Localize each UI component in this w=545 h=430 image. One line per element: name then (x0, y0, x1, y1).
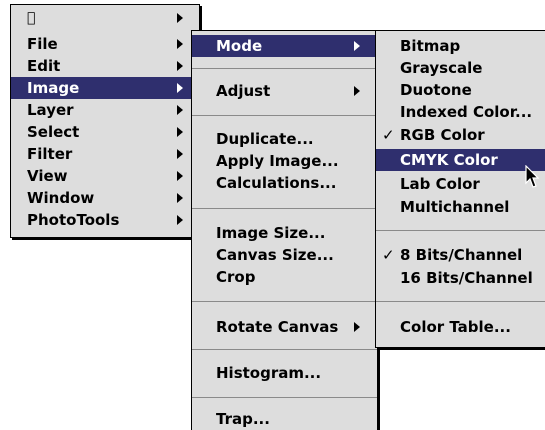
menu-item-label: Duotone (400, 81, 472, 99)
menu-item-view[interactable]: View (11, 165, 199, 187)
menu-item-rotate-canvas[interactable]: Rotate Canvas (192, 316, 377, 338)
menu-item-layer[interactable]: Layer (11, 99, 199, 121)
menu-item-label: Lab Color (400, 175, 480, 193)
menu-item-cmyk-color[interactable]: CMYK Color (376, 149, 545, 171)
menu-separator (376, 230, 545, 231)
submenu-arrow-icon (177, 127, 183, 137)
submenu-arrow-icon (177, 61, 183, 71)
menu-item-phototools[interactable]: PhotoTools (11, 209, 199, 231)
menu-item-label: Canvas Size... (216, 246, 334, 264)
menu-separator (192, 68, 377, 69)
menu-item-crop[interactable]: Crop (192, 266, 377, 288)
menu-item-label: Crop (216, 268, 256, 286)
apple-icon:  (27, 7, 35, 29)
menu-item-8-bits-channel[interactable]: ✓ 8 Bits/Channel (376, 244, 545, 266)
submenu-arrow-icon (177, 193, 183, 203)
menu-item-label: View (27, 167, 68, 185)
menu-separator (192, 208, 377, 209)
menu-item-duotone[interactable]: Duotone (376, 79, 545, 101)
menu-item-label: Grayscale (400, 59, 483, 77)
menu-item-label: Calculations... (216, 174, 337, 192)
menu-item-adjust[interactable]: Adjust (192, 80, 377, 102)
menu-item-label: Duplicate... (216, 130, 314, 148)
menu-item-grayscale[interactable]: Grayscale (376, 57, 545, 79)
menu-item-label: Layer (27, 101, 74, 119)
menu-item-label: Apply Image... (216, 152, 339, 170)
menu-item-label: RGB Color (400, 126, 485, 144)
menu-item-label: Bitmap (400, 37, 461, 55)
mouse-pointer-icon (525, 165, 539, 188)
menu-item-label: 8 Bits/Channel (400, 246, 523, 264)
submenu-arrow-icon (354, 322, 360, 332)
menu-item-multichannel[interactable]: Multichannel (376, 196, 545, 218)
image-submenu: Mode Adjust Duplicate... Apply Image... … (191, 30, 378, 430)
menu-item-indexed-color[interactable]: Indexed Color... (376, 101, 545, 123)
menu-item-label: Color Table... (400, 318, 511, 336)
menu-item-label: File (27, 35, 58, 53)
menu-item-select[interactable]: Select (11, 121, 199, 143)
checkmark-icon: ✓ (382, 246, 395, 264)
menu-item-apply-image[interactable]: Apply Image... (192, 150, 377, 172)
menu-separator (192, 349, 377, 350)
menu-item-image-size[interactable]: Image Size... (192, 222, 377, 244)
menu-item-label: Rotate Canvas (216, 318, 339, 336)
menu-item-lab-color[interactable]: Lab Color (376, 173, 545, 195)
menu-item-rgb-color[interactable]: ✓ RGB Color (376, 124, 545, 146)
menu-item-label: Image Size... (216, 224, 326, 242)
menu-item-duplicate[interactable]: Duplicate... (192, 128, 377, 150)
menu-item-label: Histogram... (216, 364, 322, 382)
submenu-arrow-icon (354, 86, 360, 96)
submenu-arrow-icon (177, 171, 183, 181)
menu-item-calculations[interactable]: Calculations... (192, 172, 377, 194)
menu-item-window[interactable]: Window (11, 187, 199, 209)
menu-item-histogram[interactable]: Histogram... (192, 362, 377, 384)
menu-item-edit[interactable]: Edit (11, 55, 199, 77)
menu-item-label: 16 Bits/Channel (400, 269, 533, 287)
menu-item-label: Trap... (216, 410, 270, 428)
menu-item-label: Window (27, 189, 95, 207)
menu-item-label: Filter (27, 145, 73, 163)
menu-item-color-table[interactable]: Color Table... (376, 316, 545, 338)
menu-separator (192, 115, 377, 116)
submenu-arrow-icon (354, 41, 360, 51)
submenu-arrow-icon (177, 83, 183, 93)
menu-item-label: Select (27, 123, 80, 141)
menu-item-apple[interactable]:  (11, 7, 199, 29)
menu-item-label: Edit (27, 57, 61, 75)
menu-separator (192, 301, 377, 302)
menu-item-mode[interactable]: Mode (192, 35, 377, 57)
submenu-arrow-icon (177, 39, 183, 49)
menu-item-file[interactable]: File (11, 33, 199, 55)
checkmark-icon: ✓ (382, 126, 395, 144)
menu-separator (376, 301, 545, 302)
submenu-arrow-icon (177, 105, 183, 115)
menu-separator (192, 397, 377, 398)
menu-item-label: PhotoTools (27, 211, 120, 229)
menu-item-label: CMYK Color (400, 151, 498, 169)
menu-item-label: Multichannel (400, 198, 510, 216)
submenu-arrow-icon (177, 215, 183, 225)
submenu-arrow-icon (177, 149, 183, 159)
menu-item-filter[interactable]: Filter (11, 143, 199, 165)
menu-item-label: Image (27, 79, 80, 97)
submenu-arrow-icon (177, 13, 183, 23)
menu-item-image[interactable]: Image (11, 77, 199, 99)
menu-item-label: Mode (216, 37, 263, 55)
mode-submenu: Bitmap Grayscale Duotone Indexed Color..… (375, 30, 545, 348)
main-menu:  File Edit Image Layer Select Filter Vi… (10, 4, 200, 238)
menu-item-label: Indexed Color... (400, 103, 533, 121)
menu-item-16-bits-channel[interactable]: 16 Bits/Channel (376, 267, 545, 289)
menu-item-canvas-size[interactable]: Canvas Size... (192, 244, 377, 266)
menu-item-label: Adjust (216, 82, 271, 100)
menu-item-trap[interactable]: Trap... (192, 408, 377, 430)
menu-item-bitmap[interactable]: Bitmap (376, 35, 545, 57)
